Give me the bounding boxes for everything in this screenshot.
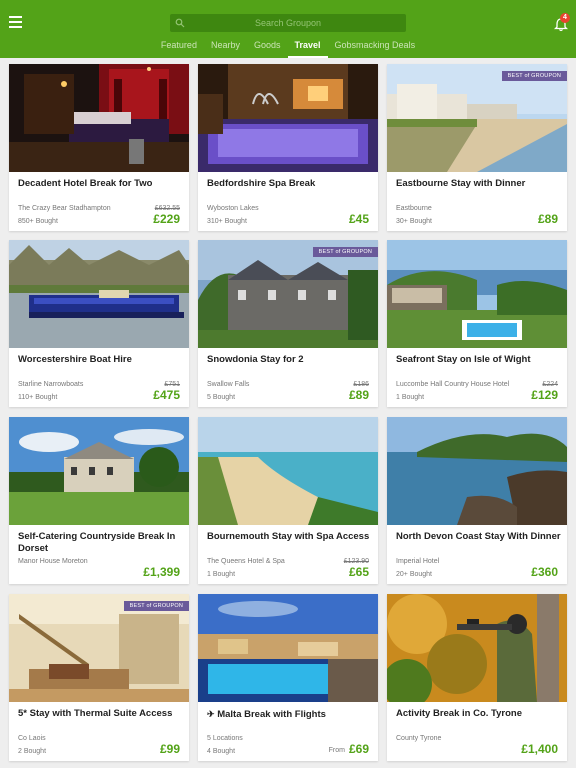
hamburger-menu-icon[interactable]: [9, 16, 22, 28]
search-input[interactable]: [170, 14, 406, 32]
deal-title: Self-Catering Countryside Break In Dorse…: [18, 531, 176, 554]
deal-title: Activity Break in Co. Tyrone: [396, 708, 522, 719]
search-icon: [175, 18, 185, 28]
deal-card[interactable]: North Devon Coast Stay With Dinner Imper…: [387, 417, 567, 584]
deal-title: Worcestershire Boat Hire: [18, 354, 132, 365]
deal-title: North Devon Coast Stay With Dinner: [396, 531, 561, 542]
deal-bought-count: 30+ Bought: [396, 218, 433, 225]
deal-bought-count: 1 Bought: [207, 571, 236, 578]
deal-merchant: Swallow Falls: [207, 381, 250, 388]
deal-original-price: £751: [164, 381, 180, 388]
deal-bought-count: 850+ Bought: [18, 218, 58, 225]
deal-photo-spa: [198, 64, 378, 172]
deal-title: Snowdonia Stay for 2: [207, 354, 304, 365]
deal-card[interactable]: Bedfordshire Spa Break Wyboston Lakes 31…: [198, 64, 378, 231]
deal-bought-count: 4 Bought: [207, 748, 236, 755]
deal-photo-bournemouth-beach: [198, 417, 378, 525]
deal-price: £360: [531, 565, 558, 579]
deal-original-price: £123.90: [343, 558, 369, 565]
deal-card[interactable]: Bournemouth Stay with Spa Access The Que…: [198, 417, 378, 584]
deal-title: Seafront Stay on Isle of Wight: [396, 354, 531, 365]
best-of-groupon-badge: BEST of GROUPON: [501, 71, 567, 81]
deal-title: Decadent Hotel Break for Two: [18, 178, 153, 189]
deal-title: Bedfordshire Spa Break: [207, 178, 316, 189]
deal-bought-count: 20+ Bought: [396, 571, 433, 578]
deal-merchant: County Tyrone: [396, 735, 442, 742]
deal-price: £89: [348, 388, 369, 402]
best-of-groupon-badge: BEST of GROUPON: [312, 247, 378, 257]
deal-original-price: £186: [353, 381, 369, 388]
deal-card[interactable]: Activity Break in Co. Tyrone County Tyro…: [387, 594, 567, 761]
deal-title: Bournemouth Stay with Spa Access: [207, 531, 370, 542]
category-tabs: Featured Nearby Goods Travel Gobsmacking…: [0, 38, 576, 58]
deal-price: £45: [348, 212, 369, 226]
deal-bought-count: 5 Bought: [207, 394, 236, 401]
deal-price: £1,399: [143, 565, 180, 579]
airplane-icon: ✈: [207, 709, 215, 719]
deal-card[interactable]: Self-Catering Countryside Break In Dorse…: [9, 417, 189, 584]
deal-price: £475: [153, 388, 180, 402]
deal-photo-snowdonia-house: BEST of GROUPON: [198, 240, 378, 348]
deal-price: £99: [159, 742, 180, 756]
deal-merchant: Eastbourne: [396, 205, 432, 212]
deal-price: £65: [348, 565, 369, 579]
deal-photo-north-devon-coast: [387, 417, 567, 525]
deal-merchant: Imperial Hotel: [396, 558, 440, 565]
deal-title: 5* Stay with Thermal Suite Access: [18, 708, 173, 719]
deal-original-price: £632.55: [154, 205, 180, 212]
deal-price: £1,400: [521, 742, 558, 756]
tab-featured[interactable]: Featured: [154, 38, 204, 58]
deal-bought-count: 110+ Bought: [18, 394, 58, 401]
deal-card[interactable]: Decadent Hotel Break for Two The Crazy B…: [9, 64, 189, 231]
deal-card[interactable]: BEST of GROUPON Snowdonia Stay for 2 Swa…: [198, 240, 378, 407]
deal-photo-malta-pool: [198, 594, 378, 702]
deal-title-text: Malta Break with Flights: [217, 709, 326, 720]
deal-merchant: 5 Locations: [207, 735, 243, 742]
deal-merchant: Wyboston Lakes: [207, 205, 259, 212]
deal-merchant: Luccombe Hall Country House Hotel: [396, 381, 510, 388]
deal-photo-narrowboat: [9, 240, 189, 348]
deal-merchant: The Queens Hotel & Spa: [207, 558, 285, 565]
deal-card[interactable]: BEST of GROUPON 5* Stay with Thermal Sui…: [9, 594, 189, 761]
deal-price: £129: [531, 388, 558, 402]
tab-gobsmacking-deals[interactable]: Gobsmacking Deals: [328, 38, 423, 58]
tab-nearby[interactable]: Nearby: [204, 38, 247, 58]
deal-card[interactable]: BEST of GROUPON Eastbourne Stay with Din…: [387, 64, 567, 231]
deal-merchant: Starline Narrowboats: [18, 381, 84, 388]
deal-photo-eastbourne-seafront: BEST of GROUPON: [387, 64, 567, 172]
deal-card[interactable]: Worcestershire Boat Hire Starline Narrow…: [9, 240, 189, 407]
deal-original-price: £224: [542, 381, 558, 388]
deal-price-from-label: From: [328, 747, 345, 754]
deal-price: £229: [153, 212, 180, 226]
deal-photo-hotel-lobby: BEST of GROUPON: [9, 594, 189, 702]
deal-photo-paintball: [387, 594, 567, 702]
deal-bought-count: 310+ Bought: [207, 218, 247, 225]
deal-title: Eastbourne Stay with Dinner: [396, 178, 526, 189]
deal-price: £89: [537, 212, 558, 226]
deal-title: ✈ Malta Break with Flights: [207, 708, 372, 721]
notification-count-badge: 4: [560, 13, 570, 23]
deal-price: £69: [348, 742, 369, 756]
deal-photo-dorset-manor: [9, 417, 189, 525]
deal-merchant: Manor House Moreton: [18, 558, 88, 565]
deal-card[interactable]: ✈ Malta Break with Flights 5 Locations 4…: [198, 594, 378, 761]
tab-travel[interactable]: Travel: [287, 38, 328, 58]
deal-card[interactable]: Seafront Stay on Isle of Wight Luccombe …: [387, 240, 567, 407]
best-of-groupon-badge: BEST of GROUPON: [123, 601, 189, 611]
deal-photo-hotel-room: [9, 64, 189, 172]
deal-photo-isle-of-wight: [387, 240, 567, 348]
deal-bought-count: 2 Bought: [18, 748, 47, 755]
deal-merchant: The Crazy Bear Stadhampton: [18, 205, 111, 212]
tab-goods[interactable]: Goods: [247, 38, 288, 58]
app-header: 4 Featured Nearby Goods Travel Gobsmacki…: [0, 0, 576, 58]
deal-bought-count: 1 Bought: [396, 394, 425, 401]
search-bar[interactable]: [170, 14, 406, 32]
deal-merchant: Co Laois: [18, 735, 46, 742]
